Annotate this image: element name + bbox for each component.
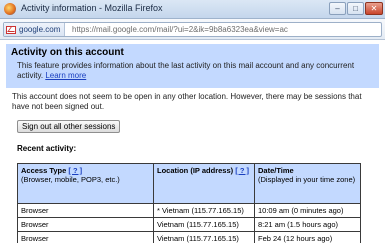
table-header-row: Access Type [ ? ] (Browser, mobile, POP3… — [17, 163, 361, 204]
firefox-icon — [4, 3, 16, 15]
access-type-subtitle: (Browser, mobile, POP3, etc.) — [21, 175, 120, 184]
minimize-button[interactable]: – — [329, 2, 346, 15]
sign-out-all-sessions-button[interactable]: Sign out all other sessions — [17, 120, 121, 133]
date-time-cell: Feb 24 (12 hours ago) — [254, 231, 361, 243]
gmail-icon — [6, 25, 16, 34]
url-text[interactable]: https://mail.google.com/mail/?ui=2&ik=9b… — [72, 25, 288, 34]
site-identity-badge[interactable]: google.com — [4, 23, 66, 36]
maximize-button[interactable]: □ — [347, 2, 364, 15]
address-bar: google.com https://mail.google.com/mail/… — [0, 19, 385, 40]
learn-more-link[interactable]: Learn more — [45, 71, 86, 80]
close-button[interactable]: ✕ — [365, 2, 383, 15]
table-row: Browser Vietnam (115.77.165.15) 8:21 am … — [17, 217, 361, 232]
url-field[interactable]: google.com https://mail.google.com/mail/… — [3, 22, 382, 37]
session-notice: This account does not seem to be open in… — [12, 92, 362, 111]
location-cell: Vietnam (115.77.165.15) — [153, 231, 255, 243]
table-row: Browser Vietnam (115.77.165.15) Feb 24 (… — [17, 231, 361, 243]
table-row: Browser * Vietnam (115.77.165.15) 10:09 … — [17, 203, 361, 218]
date-time-subtitle: (Displayed in your time zone) — [258, 175, 356, 184]
access-type-cell: Browser — [17, 217, 154, 232]
window-title: Activity information - Mozilla Firefox — [21, 3, 163, 13]
location-cell: Vietnam (115.77.165.15) — [153, 217, 255, 232]
date-time-cell: 8:21 am (1.5 hours ago) — [254, 217, 361, 232]
page-content: Activity on this account This feature pr… — [0, 40, 385, 243]
access-type-cell: Browser — [17, 203, 154, 218]
activity-header: Activity on this account This feature pr… — [6, 44, 379, 88]
access-type-header: Access Type [ ? ] (Browser, mobile, POP3… — [17, 163, 154, 204]
site-name: google.com — [19, 25, 61, 34]
location-cell: * Vietnam (115.77.165.15) — [153, 203, 255, 218]
recent-activity-label: Recent activity: — [17, 144, 77, 153]
access-type-help-link[interactable]: [ ? ] — [68, 166, 82, 175]
location-header: Location (IP address) [ ? ] — [153, 163, 255, 204]
location-help-link[interactable]: [ ? ] — [235, 166, 249, 175]
page-title: Activity on this account — [11, 47, 124, 58]
activity-table: Access Type [ ? ] (Browser, mobile, POP3… — [17, 163, 361, 243]
header-description: This feature provides information about … — [17, 61, 372, 81]
date-time-header: Date/Time (Displayed in your time zone) — [254, 163, 361, 204]
date-time-cell: 10:09 am (0 minutes ago) — [254, 203, 361, 218]
access-type-cell: Browser — [17, 231, 154, 243]
window-titlebar: Activity information - Mozilla Firefox –… — [0, 0, 385, 19]
